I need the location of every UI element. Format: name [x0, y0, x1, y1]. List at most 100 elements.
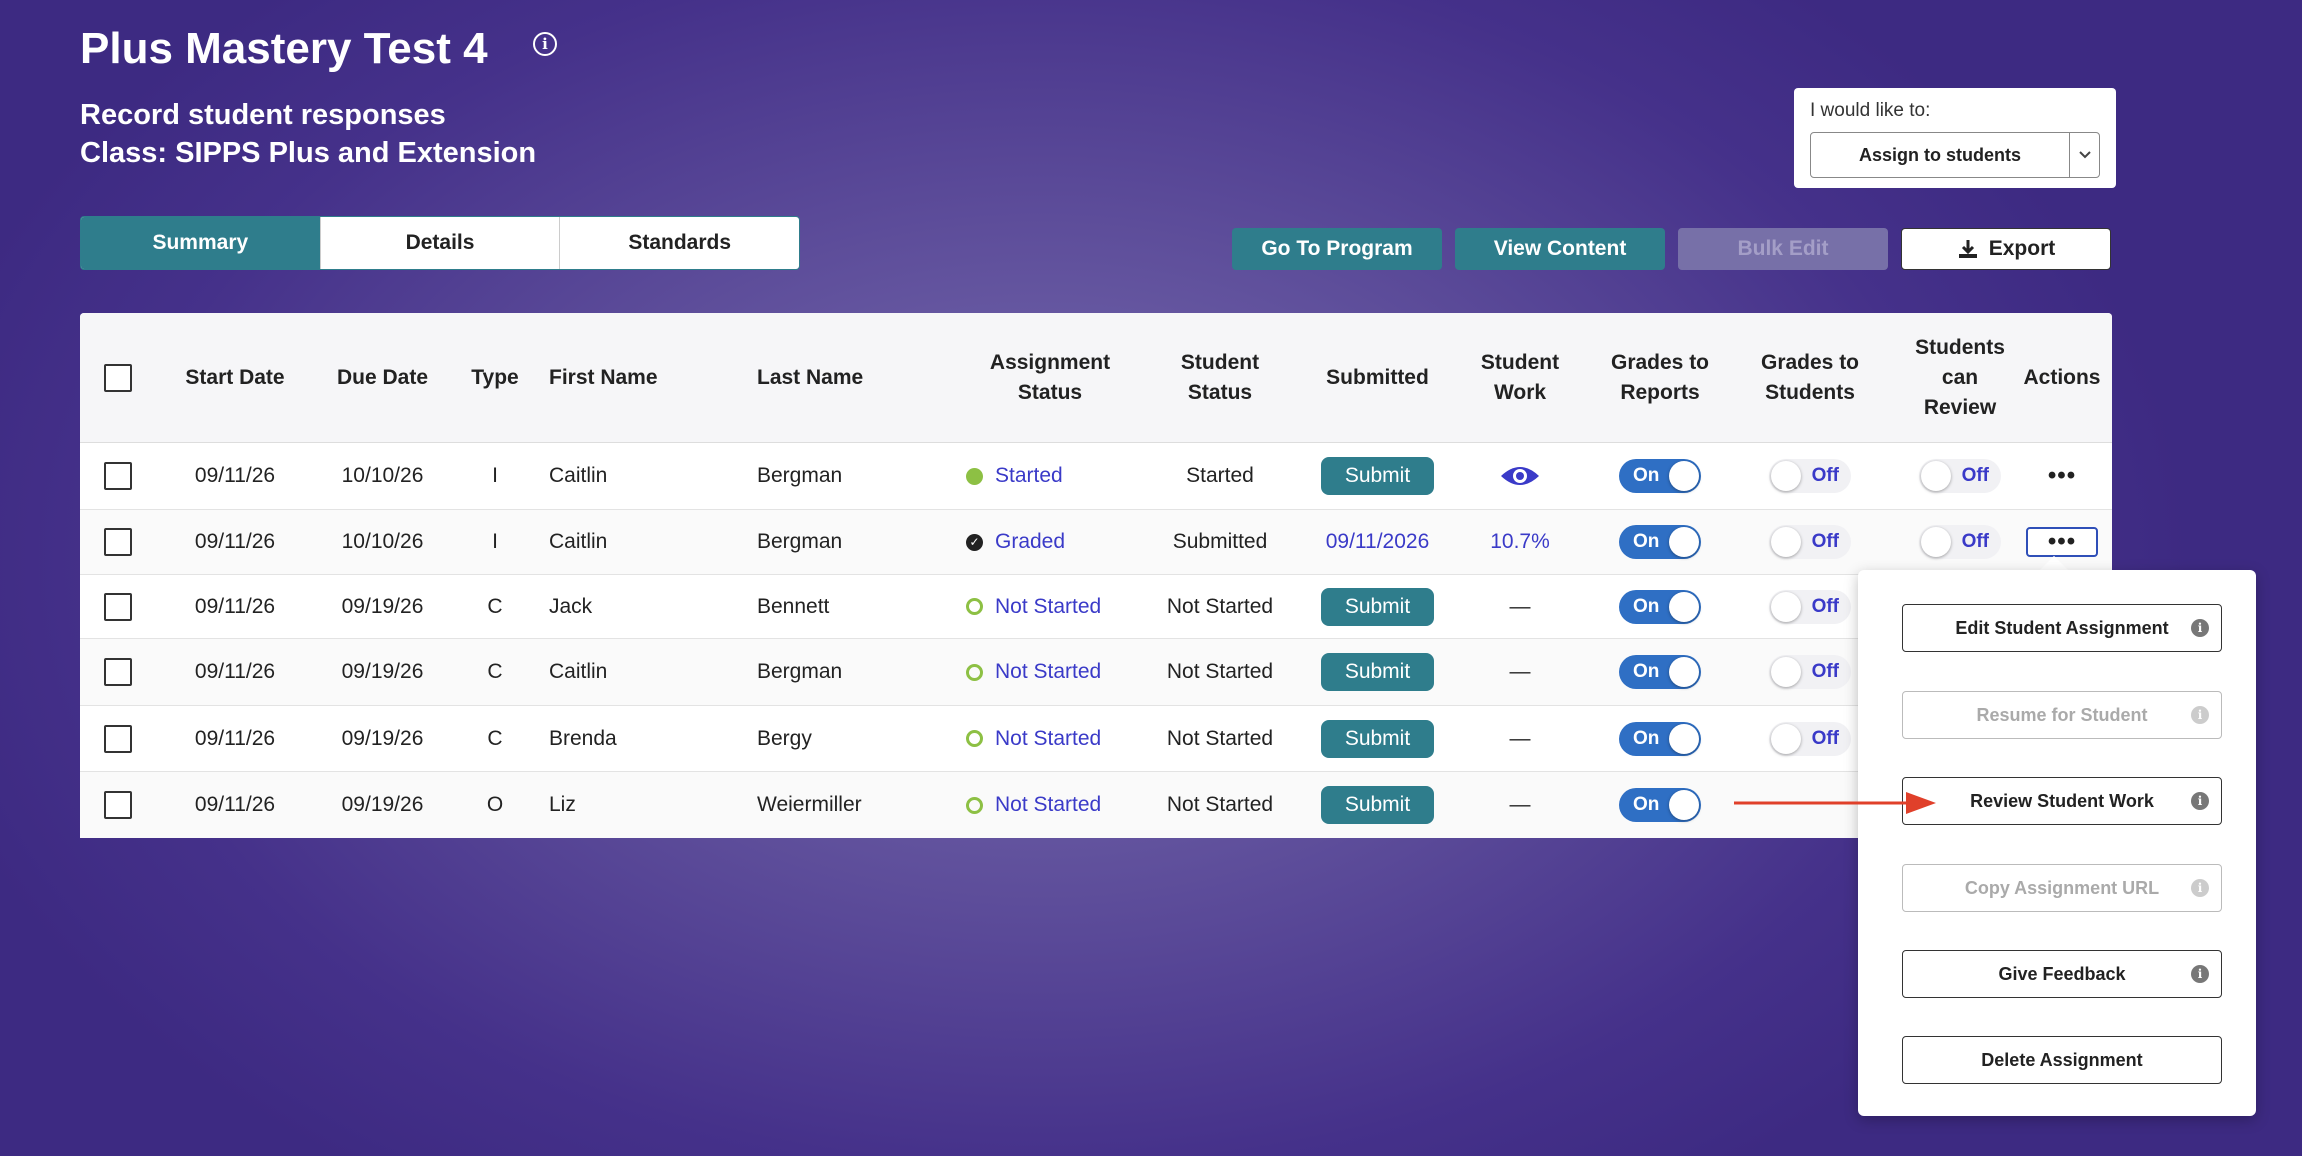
- submit-button[interactable]: Submit: [1321, 587, 1434, 626]
- start-date-cell: 09/11/26: [194, 594, 276, 618]
- toggle-label: On: [1633, 595, 1660, 617]
- header-type[interactable]: Type: [455, 313, 535, 443]
- header-grades-to-reports[interactable]: Grades to Reports: [1585, 313, 1735, 443]
- row-checkbox[interactable]: [104, 658, 132, 686]
- toggle-knob: [1669, 591, 1699, 622]
- submit-button[interactable]: Submit: [1321, 457, 1434, 495]
- copy-assignment-url-button[interactable]: Copy Assignment URL i: [1902, 864, 2222, 912]
- header-line: Review: [1923, 396, 1997, 419]
- info-icon[interactable]: i: [533, 32, 557, 56]
- assignment-status-cell: ✓ Graded: [966, 510, 1146, 574]
- tab-details[interactable]: Details: [321, 217, 561, 269]
- toggle-label: Off: [1811, 595, 1839, 617]
- give-feedback-button[interactable]: Give Feedback i: [1902, 950, 2222, 998]
- submitted-cell: Submit: [1300, 772, 1455, 838]
- row-checkbox[interactable]: [104, 724, 132, 753]
- tab-summary[interactable]: Summary: [81, 217, 321, 269]
- delete-assignment-button[interactable]: Delete Assignment: [1902, 1036, 2222, 1084]
- toggle-label: On: [1633, 727, 1660, 749]
- submitted-cell: Submit: [1300, 443, 1455, 509]
- menu-item-label: Resume for Student: [1976, 704, 2148, 725]
- header-grades-to-students[interactable]: Grades to Students: [1735, 313, 1885, 443]
- header-line: Students: [1765, 381, 1855, 404]
- type-cell: I: [492, 464, 498, 487]
- table-row: 09/11/26 09/19/26 C Caitlin Bergman Not …: [80, 639, 2112, 706]
- last-name-cell: Bergman: [757, 464, 843, 487]
- header-student-work[interactable]: Student Work: [1455, 313, 1585, 443]
- grades-to-students-toggle[interactable]: Off: [1769, 589, 1851, 624]
- assignment-status-link[interactable]: Not Started: [995, 595, 1101, 619]
- go-to-program-button[interactable]: Go To Program: [1232, 228, 1442, 270]
- assignment-status-link[interactable]: Not Started: [995, 793, 1101, 817]
- assignment-status-link[interactable]: Not Started: [995, 727, 1101, 751]
- no-work-dash: —: [1509, 660, 1531, 683]
- due-date-cell: 09/19/26: [341, 726, 424, 750]
- start-date-cell: 09/11/26: [194, 660, 276, 683]
- row-checkbox[interactable]: [104, 528, 132, 556]
- info-icon[interactable]: i: [2191, 879, 2209, 897]
- resume-for-student-button[interactable]: Resume for Student i: [1902, 691, 2222, 739]
- menu-item-label: Give Feedback: [1998, 963, 2126, 984]
- score-link[interactable]: 10.7%: [1490, 530, 1550, 554]
- header-student-status[interactable]: Student Status: [1140, 313, 1300, 443]
- export-button[interactable]: Export: [1901, 228, 2111, 270]
- more-dots-icon[interactable]: •••: [2048, 464, 2076, 488]
- grades-to-reports-toggle[interactable]: On: [1619, 459, 1701, 493]
- bulk-edit-button[interactable]: Bulk Edit: [1678, 228, 1888, 270]
- view-content-button[interactable]: View Content: [1455, 228, 1665, 270]
- select-all-checkbox[interactable]: [104, 364, 132, 392]
- info-icon[interactable]: i: [2191, 706, 2209, 724]
- review-student-work-button[interactable]: Review Student Work i: [1902, 777, 2222, 825]
- info-icon[interactable]: i: [2191, 792, 2209, 810]
- due-date-cell: 09/19/26: [341, 660, 424, 683]
- grades-to-students-toggle[interactable]: Off: [1769, 721, 1851, 756]
- assignment-status-link[interactable]: Graded: [995, 530, 1065, 554]
- grades-to-students-toggle[interactable]: Off: [1769, 525, 1851, 559]
- student-status-cell: Not Started: [1166, 660, 1274, 683]
- info-icon[interactable]: i: [2191, 619, 2209, 637]
- actions-menu: Edit Student Assignment i Resume for Stud…: [1858, 570, 2256, 1116]
- no-work-dash: —: [1509, 793, 1531, 816]
- actions-menu-button[interactable]: •••: [2026, 527, 2098, 557]
- header-last-name[interactable]: Last Name: [757, 313, 957, 443]
- row-checkbox[interactable]: [104, 791, 132, 819]
- toggle-knob: [1669, 461, 1699, 491]
- toggle-label: Off: [1811, 531, 1839, 552]
- submit-button[interactable]: Submit: [1321, 786, 1434, 824]
- row-checkbox[interactable]: [104, 592, 132, 621]
- start-date-cell: 09/11/26: [194, 793, 276, 816]
- chevron-down-icon[interactable]: [2069, 133, 2099, 177]
- assign-dropdown-value[interactable]: Assign to students: [1811, 133, 2069, 177]
- row-checkbox[interactable]: [104, 462, 132, 490]
- info-icon[interactable]: i: [2191, 965, 2209, 983]
- grades-to-reports-toggle[interactable]: On: [1619, 721, 1701, 756]
- header-start-date[interactable]: Start Date: [160, 313, 310, 443]
- submit-button[interactable]: Submit: [1321, 719, 1434, 758]
- students-can-review-toggle[interactable]: Off: [1919, 525, 2001, 559]
- edit-student-assignment-button[interactable]: Edit Student Assignment i: [1902, 604, 2222, 652]
- due-date-cell: 10/10/26: [341, 464, 424, 487]
- header-line: Student: [1480, 351, 1560, 374]
- grades-to-students-toggle[interactable]: Off: [1769, 655, 1851, 689]
- tab-standards[interactable]: Standards: [560, 217, 799, 269]
- assignment-status-link[interactable]: Not Started: [995, 660, 1101, 684]
- header-submitted[interactable]: Submitted: [1300, 313, 1455, 443]
- grades-to-reports-toggle[interactable]: On: [1619, 788, 1701, 822]
- due-date-cell: 09/19/26: [341, 793, 424, 816]
- grades-to-reports-toggle[interactable]: On: [1619, 589, 1701, 624]
- submitted-date-link[interactable]: 09/11/2026: [1326, 530, 1430, 554]
- due-date-cell: 09/19/26: [341, 594, 424, 618]
- toggle-label: On: [1633, 531, 1660, 552]
- grades-to-students-toggle[interactable]: Off: [1769, 459, 1851, 493]
- assignment-status-link[interactable]: Started: [995, 464, 1063, 488]
- last-name-cell: Weiermiller: [757, 793, 862, 816]
- grades-to-reports-toggle[interactable]: On: [1619, 525, 1701, 559]
- header-first-name[interactable]: First Name: [549, 313, 749, 443]
- eye-icon[interactable]: [1499, 463, 1541, 489]
- students-can-review-toggle[interactable]: Off: [1919, 459, 2001, 493]
- submit-button[interactable]: Submit: [1321, 653, 1434, 691]
- header-assignment-status[interactable]: Assignment Status: [950, 313, 1150, 443]
- header-due-date[interactable]: Due Date: [310, 313, 455, 443]
- grades-to-reports-toggle[interactable]: On: [1619, 655, 1701, 689]
- assign-dropdown[interactable]: Assign to students: [1810, 132, 2100, 178]
